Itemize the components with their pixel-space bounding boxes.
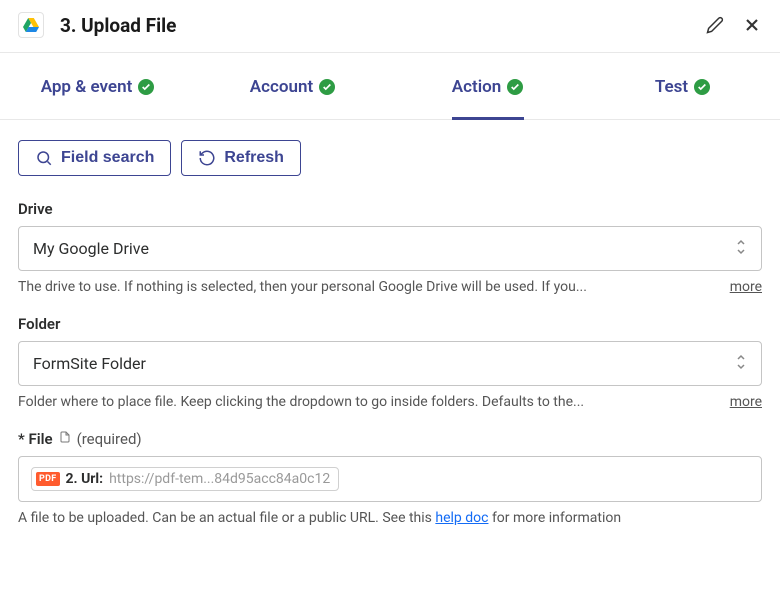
tab-app-event[interactable]: App & event <box>0 53 195 119</box>
tab-test[interactable]: Test <box>585 53 780 119</box>
drive-select[interactable]: My Google Drive <box>18 226 762 271</box>
file-label-text: * File <box>18 430 53 448</box>
folder-help-row: Folder where to place file. Keep clickin… <box>18 394 762 410</box>
tab-account[interactable]: Account <box>195 53 390 119</box>
check-icon <box>138 79 154 95</box>
check-icon <box>507 79 523 95</box>
folder-value: FormSite Folder <box>33 354 146 373</box>
file-help-before: A file to be uploaded. Can be an actual … <box>18 510 435 526</box>
tab-label: Action <box>452 77 501 97</box>
drive-help: The drive to use. If nothing is selected… <box>18 279 720 295</box>
file-help: A file to be uploaded. Can be an actual … <box>18 510 762 526</box>
drive-value: My Google Drive <box>33 239 149 258</box>
file-input[interactable]: PDF 2. Url: https://pdf-tem...84d95acc84… <box>18 456 762 502</box>
drive-more-link[interactable]: more <box>730 279 762 295</box>
folder-help: Folder where to place file. Keep clickin… <box>18 394 720 410</box>
chevron-up-down-icon <box>735 354 747 374</box>
help-doc-link[interactable]: help doc <box>435 510 488 526</box>
step-header: 3. Upload File <box>0 0 780 53</box>
google-drive-icon <box>18 12 44 38</box>
folder-field: Folder FormSite Folder Folder where to p… <box>18 315 762 410</box>
required-note: (required) <box>77 430 142 448</box>
edit-icon[interactable] <box>706 16 724 34</box>
tab-label: App & event <box>41 77 133 97</box>
close-icon[interactable] <box>742 15 762 35</box>
folder-more-link[interactable]: more <box>730 394 762 410</box>
field-search-button[interactable]: Field search <box>18 140 171 176</box>
button-label: Field search <box>61 149 154 167</box>
check-icon <box>319 79 335 95</box>
file-help-after: for more information <box>488 510 621 526</box>
refresh-button[interactable]: Refresh <box>181 140 301 176</box>
refresh-icon <box>198 149 216 167</box>
folder-select[interactable]: FormSite Folder <box>18 341 762 386</box>
drive-field: Drive My Google Drive The drive to use. … <box>18 200 762 295</box>
search-icon <box>35 149 53 167</box>
tab-action[interactable]: Action <box>390 53 585 119</box>
tab-label: Account <box>250 77 313 97</box>
drive-help-row: The drive to use. If nothing is selected… <box>18 279 762 295</box>
header-actions <box>706 15 762 35</box>
check-icon <box>694 79 710 95</box>
form-toolbar: Field search Refresh <box>18 140 762 176</box>
pill-label: 2. Url: <box>66 471 104 487</box>
chevron-up-down-icon <box>735 239 747 259</box>
pdf-badge-icon: PDF <box>36 472 60 486</box>
file-type-icon <box>59 430 71 448</box>
file-field: * File (required) PDF 2. Url: https://pd… <box>18 430 762 526</box>
drive-label: Drive <box>18 200 762 218</box>
file-pill[interactable]: PDF 2. Url: https://pdf-tem...84d95acc84… <box>31 467 339 491</box>
file-label: * File (required) <box>18 430 762 448</box>
step-title: 3. Upload File <box>60 14 706 37</box>
folder-label: Folder <box>18 315 762 333</box>
action-form: Field search Refresh Drive My Google Dri… <box>0 120 780 566</box>
button-label: Refresh <box>224 149 284 167</box>
step-tabs: App & event Account Action Test <box>0 53 780 120</box>
pill-value: https://pdf-tem...84d95acc84a0c12 <box>109 471 330 487</box>
tab-label: Test <box>655 77 688 97</box>
